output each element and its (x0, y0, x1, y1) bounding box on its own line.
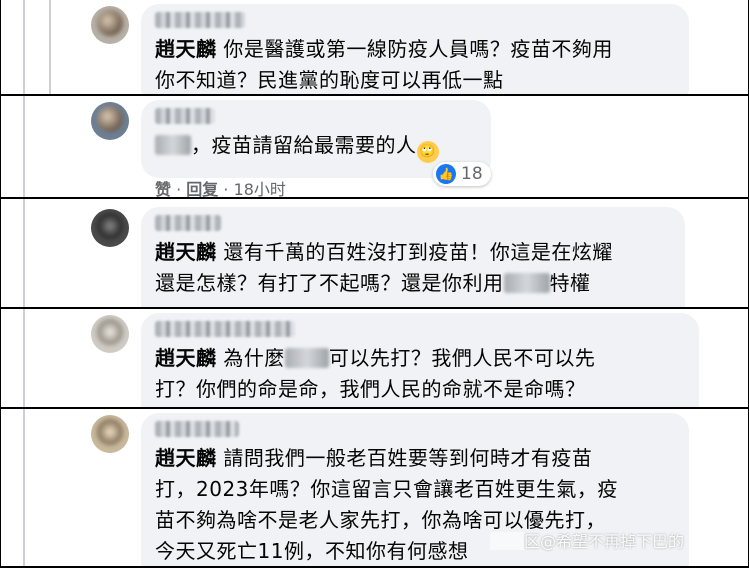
comment-line: 還是怎樣？有打了不起嗎？還是你利用 特權 (155, 268, 671, 299)
reaction-count[interactable]: 👍 18 (433, 162, 491, 186)
avatar[interactable] (91, 415, 129, 453)
comment-panel-2: ，疫苗請留給最需要的人 🙄 👍 18 赞 · 回复 · 18小时 (0, 94, 749, 199)
avatar[interactable] (91, 315, 129, 353)
thread-line (23, 199, 25, 309)
redacted-text (155, 135, 191, 155)
comment-line: 趙天麟 為什麼 可以先打？我們人民不可以先 (155, 343, 685, 374)
comment-bubble: 趙天麟 為什麼 可以先打？我們人民不可以先 打？你們的命是命，我們人民的命就不是命… (141, 313, 699, 409)
comment-text: 還是怎樣？有打了不起嗎？還是你利用 (155, 271, 504, 295)
watermark-logo (489, 532, 524, 550)
comment-text: 特權 (549, 271, 591, 295)
like-icon: 👍 (436, 164, 456, 184)
comment-actions: 赞 · 回复 · 18小时 (155, 180, 286, 199)
mention-link[interactable]: 趙天麟 (155, 346, 217, 370)
reaction-count-text: 18 (461, 164, 483, 184)
comment-text: ，疫苗請留給最需要的人 (191, 133, 417, 157)
watermark: 区@希望不再掉下巴的 (489, 528, 684, 552)
comment-line: 你不知道？民進黨的恥度可以再低一點 (155, 65, 675, 96)
thread-line (23, 309, 25, 409)
thread-line (23, 96, 25, 199)
comment-text: 你是醫護或第一線防疫人員嗎？疫苗不夠用 (223, 37, 613, 61)
comment-text: 打，2023年嗎？你這留言只會讓老百姓更生氣，疫 (155, 477, 618, 501)
comment-bubble: 趙天麟 還有千萬的百姓沒打到疫苗！你這是在炫耀 還是怎樣？有打了不起嗎？還是你利… (141, 207, 685, 309)
redacted-text (284, 348, 329, 368)
comment-text: 還有千萬的百姓沒打到疫苗！你這是在炫耀 (223, 240, 613, 264)
comment-panel-5: 趙天麟 請問我們一般老百姓要等到何時才有疫苗 打，2023年嗎？你這留言只會讓老… (0, 407, 749, 568)
comment-text: 打？你們的命是命，我們人民的命就不是命嗎？ (155, 377, 586, 401)
commenter-name-redacted[interactable] (155, 215, 221, 231)
commenter-name-redacted[interactable] (155, 421, 239, 437)
comment-text: 今天又死亡11例，不知你有何感想 (155, 539, 469, 563)
comment-panel-4: 趙天麟 為什麼 可以先打？我們人民不可以先 打？你們的命是命，我們人民的命就不是命… (0, 307, 749, 409)
thread-line (23, 0, 25, 96)
comment-line: 趙天麟 請問我們一般老百姓要等到何時才有疫苗 (155, 443, 675, 474)
comment-line: 趙天麟 還有千萬的百姓沒打到疫苗！你這是在炫耀 (155, 237, 671, 268)
comment-panel-1: 趙天麟 你是醫護或第一線防疫人員嗎？疫苗不夠用 你不知道？民進黨的恥度可以再低一… (0, 0, 749, 96)
commenter-name-redacted[interactable] (155, 321, 295, 337)
comment-line: 打？你們的命是命，我們人民的命就不是命嗎？ (155, 374, 685, 405)
avatar[interactable] (91, 102, 129, 140)
comment-text: 你不知道？民進黨的恥度可以再低一點 (155, 68, 504, 92)
comment-text: 請問我們一般老百姓要等到何時才有疫苗 (223, 446, 593, 470)
comment-panel-3: 趙天麟 還有千萬的百姓沒打到疫苗！你這是在炫耀 還是怎樣？有打了不起嗎？還是你利… (0, 197, 749, 309)
rolling-eyes-emoji: 🙄 (416, 141, 439, 163)
comment-line: 趙天麟 你是醫護或第一線防疫人員嗎？疫苗不夠用 (155, 34, 675, 65)
redacted-text (503, 273, 550, 293)
comment-line: ，疫苗請留給最需要的人 🙄 (155, 130, 477, 163)
comment-text: 可以先打？我們人民不可以先 (328, 346, 596, 370)
mention-link[interactable]: 趙天麟 (155, 446, 217, 470)
comment-bubble: 趙天麟 你是醫護或第一線防疫人員嗎？疫苗不夠用 你不知道？民進黨的恥度可以再低一… (141, 4, 689, 96)
comment-line: 打，2023年嗎？你這留言只會讓老百姓更生氣，疫 (155, 474, 675, 505)
thread-line (23, 409, 25, 566)
avatar[interactable] (91, 209, 129, 247)
thread-line (49, 0, 51, 96)
commenter-name-redacted[interactable] (155, 108, 215, 124)
mention-link[interactable]: 趙天麟 (155, 37, 217, 61)
avatar[interactable] (91, 6, 129, 44)
mention-link[interactable]: 趙天麟 (155, 240, 217, 264)
commenter-name-redacted[interactable] (155, 12, 245, 28)
comment-text: 為什麼 (223, 346, 285, 370)
watermark-text: 区@希望不再掉下巴的 (523, 532, 684, 551)
